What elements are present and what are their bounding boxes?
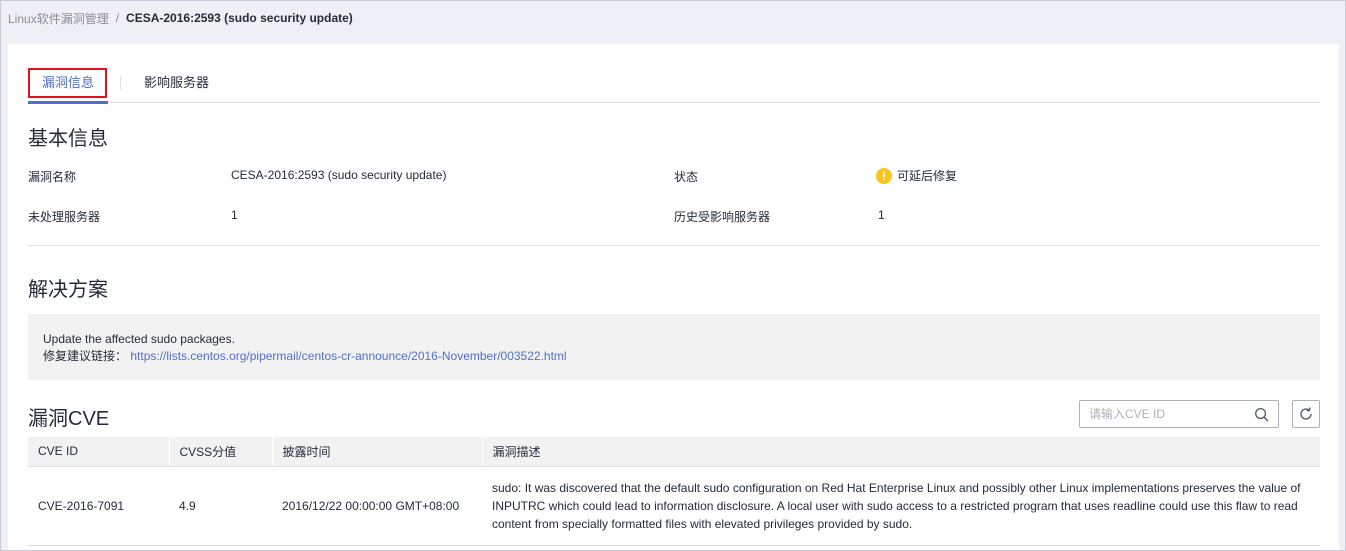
status-label: 状态 bbox=[674, 170, 699, 184]
unhandled-servers-label: 未处理服务器 bbox=[28, 210, 101, 224]
cell-cvss: 4.9 bbox=[169, 466, 272, 546]
vuln-name-value: CESA-2016:2593 (sudo security update) bbox=[231, 168, 447, 182]
status-value-wrap: ! 可延后修复 bbox=[876, 167, 957, 184]
status-value: 可延后修复 bbox=[897, 169, 958, 183]
tab-active-underline bbox=[28, 101, 108, 104]
tab-bar: 漏洞信息 影响服务器 bbox=[28, 66, 1320, 104]
vuln-name-label: 漏洞名称 bbox=[28, 170, 77, 184]
solution-link[interactable]: https://lists.centos.org/pipermail/cento… bbox=[130, 349, 566, 363]
solution-link-label: 修复建议链接： bbox=[43, 349, 128, 363]
warning-icon: ! bbox=[876, 167, 892, 184]
tab-vulnerability-info[interactable]: 漏洞信息 bbox=[28, 66, 108, 104]
table-header-row: CVE ID CVSS分值 披露时间 漏洞描述 bbox=[28, 437, 1320, 467]
refresh-button[interactable] bbox=[1292, 400, 1320, 428]
basic-info-title: 基本信息 bbox=[28, 128, 108, 150]
search-icon[interactable] bbox=[1254, 407, 1269, 422]
solution-text: Update the affected sudo packages. bbox=[43, 332, 235, 346]
tab-divider bbox=[120, 76, 121, 90]
cve-search-box bbox=[1079, 400, 1279, 428]
history-servers-label: 历史受影响服务器 bbox=[674, 210, 771, 224]
tab-affected-servers[interactable]: 影响服务器 bbox=[144, 66, 209, 103]
cve-title: 漏洞CVE bbox=[28, 408, 110, 430]
refresh-icon bbox=[1300, 407, 1312, 420]
section-divider bbox=[28, 245, 1320, 246]
column-header-cvss: CVSS分值 bbox=[168, 437, 272, 467]
breadcrumb-separator: / bbox=[115, 11, 120, 25]
solution-link-row: 修复建议链接： https://lists.centos.org/piperma… bbox=[43, 348, 1305, 365]
column-header-cve-id: CVE ID bbox=[28, 437, 169, 467]
unhandled-servers-value: 1 bbox=[231, 208, 238, 222]
cell-description: sudo: It was discovered that the default… bbox=[482, 466, 1320, 546]
breadcrumb-current: CESA-2016:2593 (sudo security update) bbox=[126, 11, 353, 25]
cell-disclosed: 2016/12/22 00:00:00 GMT+08:00 bbox=[272, 466, 482, 546]
history-servers-value: 1 bbox=[878, 208, 885, 222]
detail-card: 漏洞信息 影响服务器 基本信息 漏洞名称 CESA-2016:2593 (sud… bbox=[8, 44, 1339, 551]
column-header-disclosed: 披露时间 bbox=[271, 437, 482, 467]
cve-table: CVE ID CVSS分值 披露时间 漏洞描述 CVE-2016-7091 4.… bbox=[28, 437, 1320, 546]
cve-search-input[interactable] bbox=[1089, 406, 1249, 422]
cell-cve-id: CVE-2016-7091 bbox=[28, 466, 169, 546]
column-header-description: 漏洞描述 bbox=[481, 437, 1320, 467]
tab-highlight-box bbox=[28, 68, 107, 98]
solution-title: 解决方案 bbox=[28, 279, 108, 301]
table-row: CVE-2016-7091 4.9 2016/12/22 00:00:00 GM… bbox=[28, 466, 1320, 546]
solution-box: Update the affected sudo packages. 修复建议链… bbox=[28, 314, 1320, 380]
breadcrumb-parent-link[interactable]: Linux软件漏洞管理 bbox=[8, 10, 109, 27]
breadcrumb: Linux软件漏洞管理 / CESA-2016:2593 (sudo secur… bbox=[8, 10, 353, 26]
